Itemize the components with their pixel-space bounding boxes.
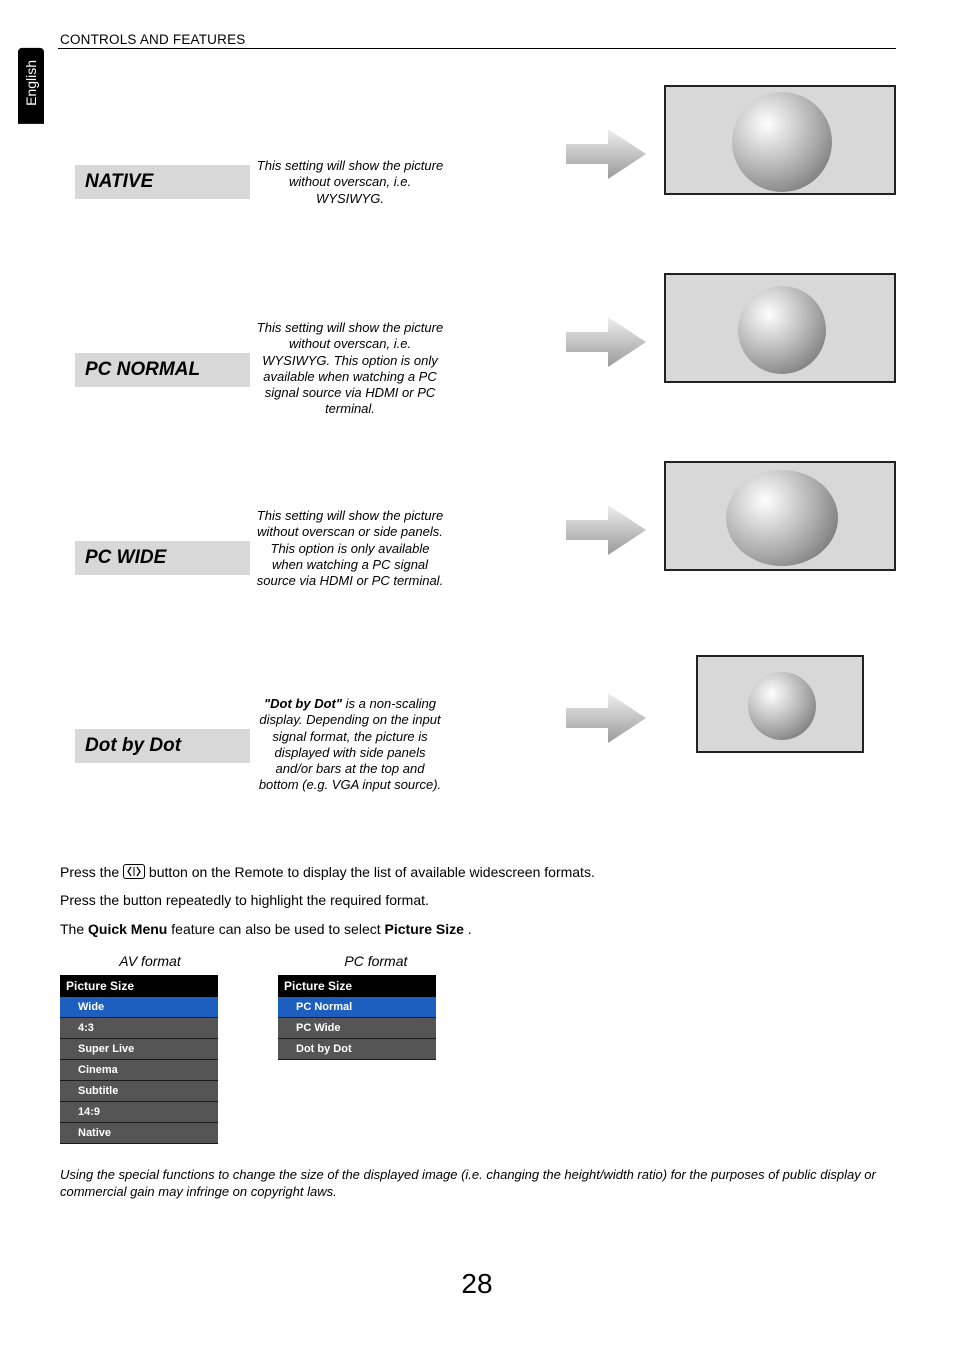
instruction-line-3: The Quick Menu feature can also be used … bbox=[60, 919, 896, 939]
instruction-line-1: Press the button on the Remote to displa… bbox=[60, 862, 896, 882]
menu-item[interactable]: Super Live bbox=[60, 1039, 218, 1060]
sphere-image bbox=[748, 672, 816, 740]
menu-title: Picture Size bbox=[278, 975, 436, 997]
setting-row: Dot by Dot"Dot by Dot" is a non-scaling … bbox=[60, 674, 896, 802]
menu-columns: Picture Size Wide4:3Super LiveCinemaSubt… bbox=[60, 975, 896, 1144]
setting-diagram bbox=[566, 461, 896, 601]
menu-item[interactable]: PC Normal bbox=[278, 997, 436, 1018]
instruction-line-2: Press the button repeatedly to highlight… bbox=[60, 890, 896, 910]
text-bold: Picture Size bbox=[385, 921, 464, 937]
sphere-image bbox=[732, 92, 832, 192]
text: This setting will show the picture witho… bbox=[257, 320, 443, 416]
screen-preview bbox=[664, 461, 896, 571]
section-header: CONTROLS AND FEATURES bbox=[60, 32, 245, 47]
setting-description: This setting will show the picture witho… bbox=[255, 508, 445, 589]
setting-label: PC WIDE bbox=[75, 541, 250, 575]
menu-title: Picture Size bbox=[60, 975, 218, 997]
text: feature can also be used to select bbox=[171, 921, 384, 937]
header-divider bbox=[58, 48, 896, 49]
menu-item[interactable]: Cinema bbox=[60, 1060, 218, 1081]
setting-row: PC WIDEThis setting will show the pictur… bbox=[60, 486, 896, 614]
sphere-image bbox=[738, 286, 826, 374]
setting-description: This setting will show the picture witho… bbox=[255, 320, 445, 418]
menu-item[interactable]: Subtitle bbox=[60, 1081, 218, 1102]
text: The bbox=[60, 921, 88, 937]
format-column-headers: AV format PC format bbox=[60, 953, 896, 969]
screen-preview bbox=[664, 85, 896, 195]
pc-format-heading: PC format bbox=[286, 953, 466, 969]
instructions-block: Press the button on the Remote to displa… bbox=[60, 862, 896, 939]
text: Press the bbox=[60, 864, 123, 880]
setting-diagram bbox=[566, 649, 896, 789]
menu-item[interactable]: Wide bbox=[60, 997, 218, 1018]
menu-item[interactable]: 14:9 bbox=[60, 1102, 218, 1123]
arrow-icon bbox=[566, 315, 646, 369]
screen-preview bbox=[696, 655, 864, 753]
arrow-icon bbox=[566, 691, 646, 745]
pc-picture-size-menu: Picture Size PC NormalPC WideDot by Dot bbox=[278, 975, 436, 1144]
arrow-icon bbox=[566, 127, 646, 181]
setting-label: PC NORMAL bbox=[75, 353, 250, 387]
page-content: NATIVEThis setting will show the picture… bbox=[60, 110, 896, 1201]
av-picture-size-menu: Picture Size Wide4:3Super LiveCinemaSubt… bbox=[60, 975, 218, 1144]
menu-item[interactable]: PC Wide bbox=[278, 1018, 436, 1039]
setting-row: PC NORMALThis setting will show the pict… bbox=[60, 298, 896, 426]
screen-preview bbox=[664, 273, 896, 383]
text-bold: "Dot by Dot" bbox=[264, 696, 342, 711]
setting-diagram bbox=[566, 273, 896, 413]
av-format-heading: AV format bbox=[60, 953, 240, 969]
arrow-icon bbox=[566, 503, 646, 557]
menu-item[interactable]: Native bbox=[60, 1123, 218, 1144]
text-bold: Quick Menu bbox=[88, 921, 167, 937]
setting-diagram bbox=[566, 85, 896, 225]
setting-description: "Dot by Dot" is a non-scaling display. D… bbox=[255, 696, 445, 794]
setting-label: Dot by Dot bbox=[75, 729, 250, 763]
setting-description: This setting will show the picture witho… bbox=[255, 158, 445, 207]
text: button on the Remote to display the list… bbox=[149, 864, 595, 880]
language-tab: English bbox=[18, 48, 44, 124]
text: This setting will show the picture witho… bbox=[257, 508, 443, 588]
sphere-image bbox=[726, 470, 838, 566]
setting-row: NATIVEThis setting will show the picture… bbox=[60, 110, 896, 238]
text: This setting will show the picture witho… bbox=[257, 158, 443, 206]
widescreen-button-icon bbox=[123, 864, 145, 879]
text: . bbox=[468, 921, 472, 937]
menu-item[interactable]: Dot by Dot bbox=[278, 1039, 436, 1060]
setting-label: NATIVE bbox=[75, 165, 250, 199]
copyright-note: Using the special functions to change th… bbox=[60, 1166, 896, 1201]
page-number: 28 bbox=[0, 1268, 954, 1300]
menu-item[interactable]: 4:3 bbox=[60, 1018, 218, 1039]
